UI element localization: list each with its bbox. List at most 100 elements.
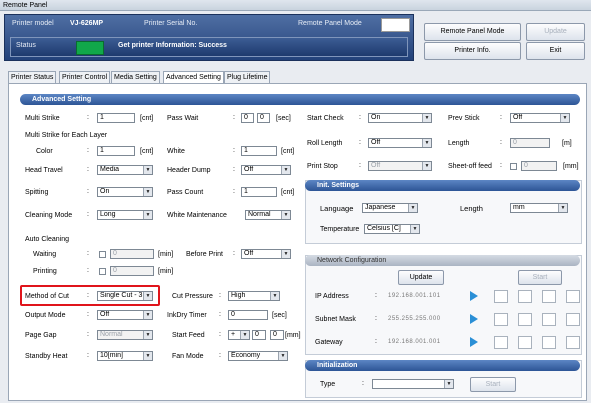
chevron-down-icon: ▼ bbox=[270, 292, 279, 300]
status-text: Get printer Information: Success bbox=[118, 42, 227, 49]
temperature-select[interactable]: Celsius [C] ▼ bbox=[364, 224, 420, 234]
waiting-label: Waiting bbox=[33, 251, 57, 258]
start-feed-field-2[interactable]: 0 bbox=[270, 330, 284, 340]
start-feed-label: Start Feed bbox=[172, 332, 205, 339]
start-feed-sign-select[interactable]: + ▼ bbox=[228, 330, 250, 340]
remote-mode-label: Remote Panel Mode bbox=[298, 20, 362, 27]
before-print-select[interactable]: Off ▼ bbox=[241, 249, 291, 259]
type-select[interactable]: ▼ bbox=[372, 379, 454, 389]
pass-count-field[interactable]: 1 bbox=[241, 187, 277, 197]
roll-length-label: Roll Length bbox=[307, 140, 343, 147]
chevron-down-icon: ▼ bbox=[143, 331, 152, 339]
print-stop-label: Print Stop bbox=[307, 163, 338, 170]
header-dump-select[interactable]: Off ▼ bbox=[241, 165, 291, 175]
start-feed-field-1[interactable]: 0 bbox=[252, 330, 266, 340]
network-config-header: Network Configuration bbox=[305, 255, 580, 266]
ip-octet-3[interactable] bbox=[542, 290, 556, 303]
language-select[interactable]: Japanese ▼ bbox=[362, 203, 418, 213]
status-label: Status bbox=[16, 42, 36, 49]
initialization-start-button[interactable]: Start bbox=[470, 377, 516, 392]
sheet-off-feed-field[interactable]: 0 bbox=[521, 161, 557, 171]
chevron-down-icon: ▼ bbox=[240, 331, 249, 339]
printing-label: Printing bbox=[33, 268, 57, 275]
printing-unit: [min] bbox=[158, 268, 174, 275]
temperature-value: Celsius [C] bbox=[367, 225, 401, 232]
remote-panel-mode-button[interactable]: Remote Panel Mode bbox=[424, 23, 521, 41]
spitting-select[interactable]: On ▼ bbox=[97, 187, 153, 197]
white-strike-field[interactable]: 1 bbox=[241, 146, 277, 156]
gateway-octet-1[interactable] bbox=[494, 336, 508, 349]
start-feed-unit: [mm] bbox=[285, 332, 301, 339]
color-label: Color bbox=[36, 148, 53, 155]
output-mode-value: Off bbox=[100, 311, 110, 318]
highlight-box bbox=[20, 285, 160, 306]
pass-wait-field-1[interactable]: 0 bbox=[241, 113, 254, 123]
page-gap-select[interactable]: Normal ▼ bbox=[97, 330, 153, 340]
gateway-label: Gateway bbox=[315, 339, 343, 346]
output-mode-label: Output Mode bbox=[25, 312, 66, 319]
gateway-octet-3[interactable] bbox=[542, 336, 556, 349]
apply-arrow-icon[interactable] bbox=[470, 337, 478, 347]
ink-dry-timer-field[interactable]: 0 bbox=[228, 310, 268, 320]
init-settings-header: Init. Settings bbox=[305, 180, 580, 191]
start-check-select[interactable]: On ▼ bbox=[368, 113, 432, 123]
start-check-label: Start Check bbox=[307, 115, 344, 122]
printer-info-button[interactable]: Printer Info. bbox=[424, 42, 521, 60]
sheet-off-feed-unit: [mm] bbox=[563, 163, 579, 170]
multi-strike-field[interactable]: 1 bbox=[97, 113, 135, 123]
waiting-field[interactable]: 0 bbox=[110, 249, 154, 259]
subnet-octet-3[interactable] bbox=[542, 313, 556, 326]
output-mode-select[interactable]: Off ▼ bbox=[97, 310, 153, 320]
apply-arrow-icon[interactable] bbox=[470, 291, 478, 301]
ip-octet-4[interactable] bbox=[566, 290, 580, 303]
print-stop-select[interactable]: Off ▼ bbox=[368, 161, 432, 171]
chevron-down-icon: ▼ bbox=[408, 204, 417, 212]
fan-mode-select[interactable]: Economy ▼ bbox=[228, 351, 288, 361]
roll-length-value: Off bbox=[371, 139, 381, 146]
language-label: Language bbox=[320, 204, 354, 213]
waiting-unit: [min] bbox=[158, 251, 174, 258]
head-travel-select[interactable]: Media ▼ bbox=[97, 165, 153, 175]
chevron-down-icon: ▼ bbox=[143, 188, 152, 196]
exit-button[interactable]: Exit bbox=[526, 42, 585, 60]
color-strike-field[interactable]: 1 bbox=[97, 146, 135, 156]
cleaning-mode-select[interactable]: Long ▼ bbox=[97, 210, 153, 220]
chevron-down-icon: ▼ bbox=[558, 204, 567, 212]
printing-checkbox[interactable] bbox=[99, 268, 106, 275]
white-label: White bbox=[167, 148, 185, 155]
printing-field[interactable]: 0 bbox=[110, 266, 154, 276]
roll-length-select[interactable]: Off ▼ bbox=[368, 138, 432, 148]
update-button[interactable]: Update bbox=[526, 23, 585, 41]
white-maintenance-select[interactable]: Normal ▼ bbox=[245, 210, 291, 220]
cleaning-mode-label: Cleaning Mode bbox=[25, 212, 73, 219]
subnet-octet-2[interactable] bbox=[518, 313, 532, 326]
pass-wait-field-2[interactable]: 0 bbox=[257, 113, 270, 123]
length-field[interactable]: 0 bbox=[510, 138, 550, 148]
subnet-octet-1[interactable] bbox=[494, 313, 508, 326]
subnet-mask-label: Subnet Mask bbox=[315, 316, 356, 323]
network-start-button[interactable]: Start bbox=[518, 270, 562, 285]
prev-stick-select[interactable]: Off ▼ bbox=[510, 113, 570, 123]
chevron-down-icon: ▼ bbox=[444, 380, 453, 388]
multi-strike-layer-label: Multi Strike for Each Layer bbox=[25, 132, 108, 139]
remote-mode-indicator bbox=[381, 18, 410, 32]
sheet-off-feed-label: Sheet-off feed bbox=[448, 163, 492, 170]
pass-wait-label: Pass Wait bbox=[167, 115, 199, 122]
color-unit: [cnt] bbox=[140, 148, 154, 155]
apply-arrow-icon[interactable] bbox=[470, 314, 478, 324]
waiting-checkbox[interactable] bbox=[99, 251, 106, 258]
length-label: Length bbox=[448, 140, 470, 147]
gateway-octet-2[interactable] bbox=[518, 336, 532, 349]
page-gap-label: Page Gap bbox=[25, 332, 57, 339]
header-dump-value: Off bbox=[244, 166, 254, 173]
length-unit-select[interactable]: mm ▼ bbox=[510, 203, 568, 213]
ip-octet-2[interactable] bbox=[518, 290, 532, 303]
standby-heat-select[interactable]: 10[min] ▼ bbox=[97, 351, 153, 361]
sheet-off-feed-checkbox[interactable] bbox=[510, 163, 517, 170]
cut-pressure-select[interactable]: High ▼ bbox=[228, 291, 280, 301]
chevron-down-icon: ▼ bbox=[281, 250, 290, 258]
ip-octet-1[interactable] bbox=[494, 290, 508, 303]
subnet-octet-4[interactable] bbox=[566, 313, 580, 326]
gateway-octet-4[interactable] bbox=[566, 336, 580, 349]
network-update-button[interactable]: Update bbox=[398, 270, 444, 285]
